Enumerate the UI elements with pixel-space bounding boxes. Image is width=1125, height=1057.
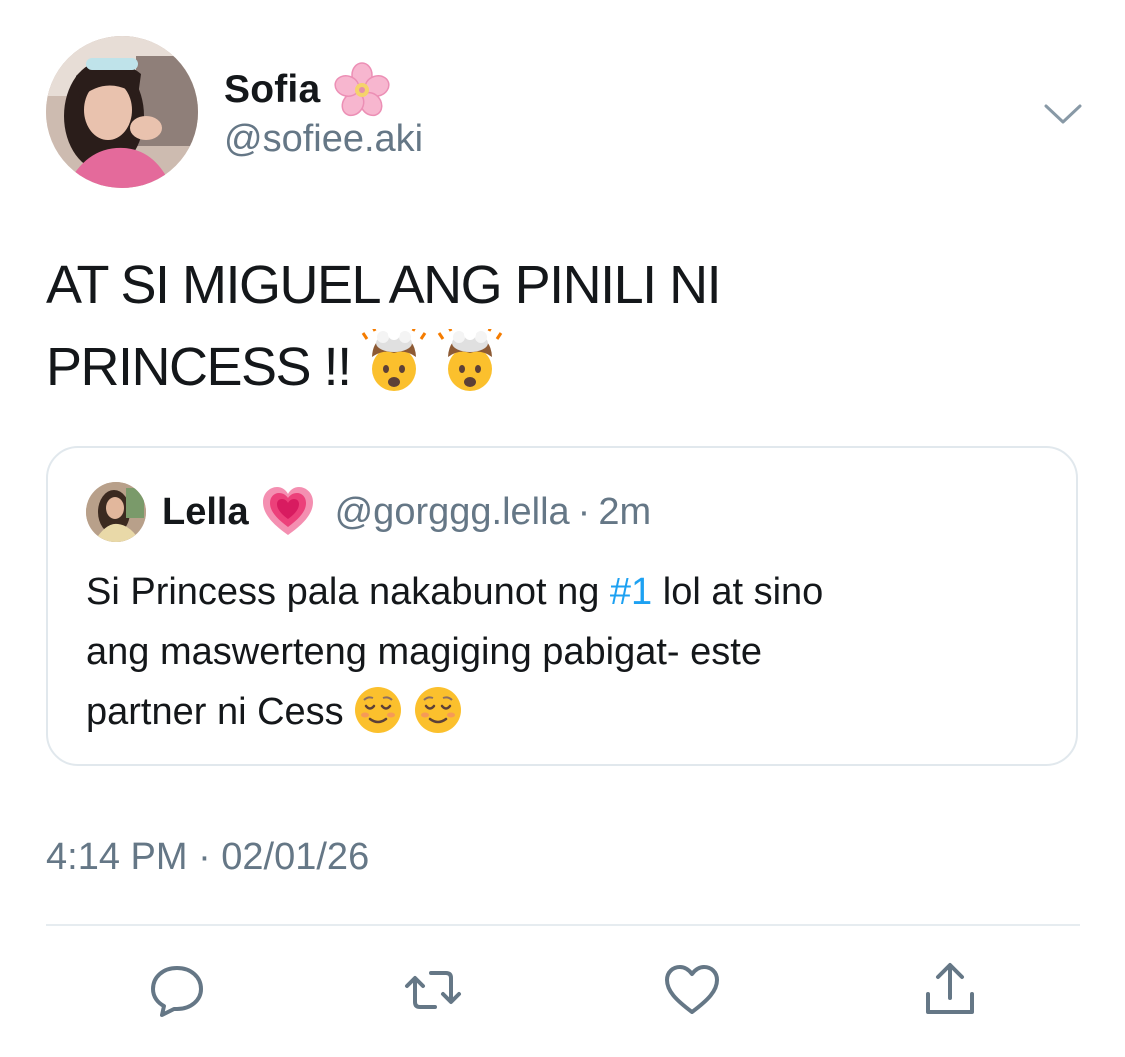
author-display-name: Sofia: [224, 68, 321, 111]
quoted-display-name: Lella: [162, 490, 249, 533]
quoted-text: Si Princess pala nakabunot ng #1 lol at …: [86, 562, 1046, 742]
exploding-head-icon: [361, 326, 427, 395]
relieved-face-icon: [352, 684, 404, 736]
author-name-row[interactable]: Sofia: [224, 62, 390, 118]
retweet-icon[interactable]: [403, 960, 463, 1020]
divider: [46, 924, 1080, 926]
growing-heart-icon: [261, 485, 315, 539]
exploding-head-icon: [437, 326, 503, 395]
hashtag-link[interactable]: #1: [610, 571, 652, 613]
tweet-text-line: PRINCESS !!: [46, 326, 1076, 408]
quoted-tweet[interactable]: Lella @gorggg.lella · 2m Si Princess pal…: [46, 446, 1078, 766]
quoted-text-line: partner ni Cess: [86, 682, 1046, 742]
separator-dot: ·: [577, 490, 591, 533]
author-handle[interactable]: @sofiee.aki: [224, 118, 423, 161]
quoted-header: Lella @gorggg.lella · 2m: [162, 482, 651, 542]
quoted-text-fragment: lol at sino: [652, 571, 824, 613]
cherry-blossom-icon: [334, 62, 390, 118]
quoted-text-fragment: Si Princess pala nakabunot ng: [86, 571, 610, 613]
quoted-handle: @gorggg.lella: [334, 490, 570, 533]
tweet-text: AT SI MIGUEL ANG PINILI NI PRINCESS !!: [46, 244, 1076, 408]
quoted-text-fragment: partner ni Cess: [86, 691, 344, 733]
reply-icon[interactable]: [147, 960, 207, 1020]
quoted-text-line: ang maswerteng magiging pabigat- este: [86, 631, 762, 673]
tweet-text-line: AT SI MIGUEL ANG PINILI NI: [46, 255, 722, 315]
like-icon[interactable]: [662, 960, 722, 1020]
tweet-timestamp[interactable]: 4:14 PM · 02/01/26: [46, 836, 369, 879]
tweet-text-fragment: PRINCESS !!: [46, 337, 352, 397]
share-icon[interactable]: [920, 960, 980, 1020]
quoted-author-avatar: [86, 482, 146, 542]
chevron-down-icon[interactable]: [1040, 96, 1086, 130]
author-avatar[interactable]: [46, 36, 198, 188]
quoted-time: 2m: [598, 490, 652, 533]
quoted-text-line: Si Princess pala nakabunot ng #1 lol at …: [86, 562, 1046, 622]
tweet-card: Sofia @sofiee.aki AT SI MIGUEL ANG PINIL…: [0, 0, 1125, 1057]
author-avatar-photo: [46, 36, 198, 188]
relieved-face-icon: [412, 684, 464, 736]
